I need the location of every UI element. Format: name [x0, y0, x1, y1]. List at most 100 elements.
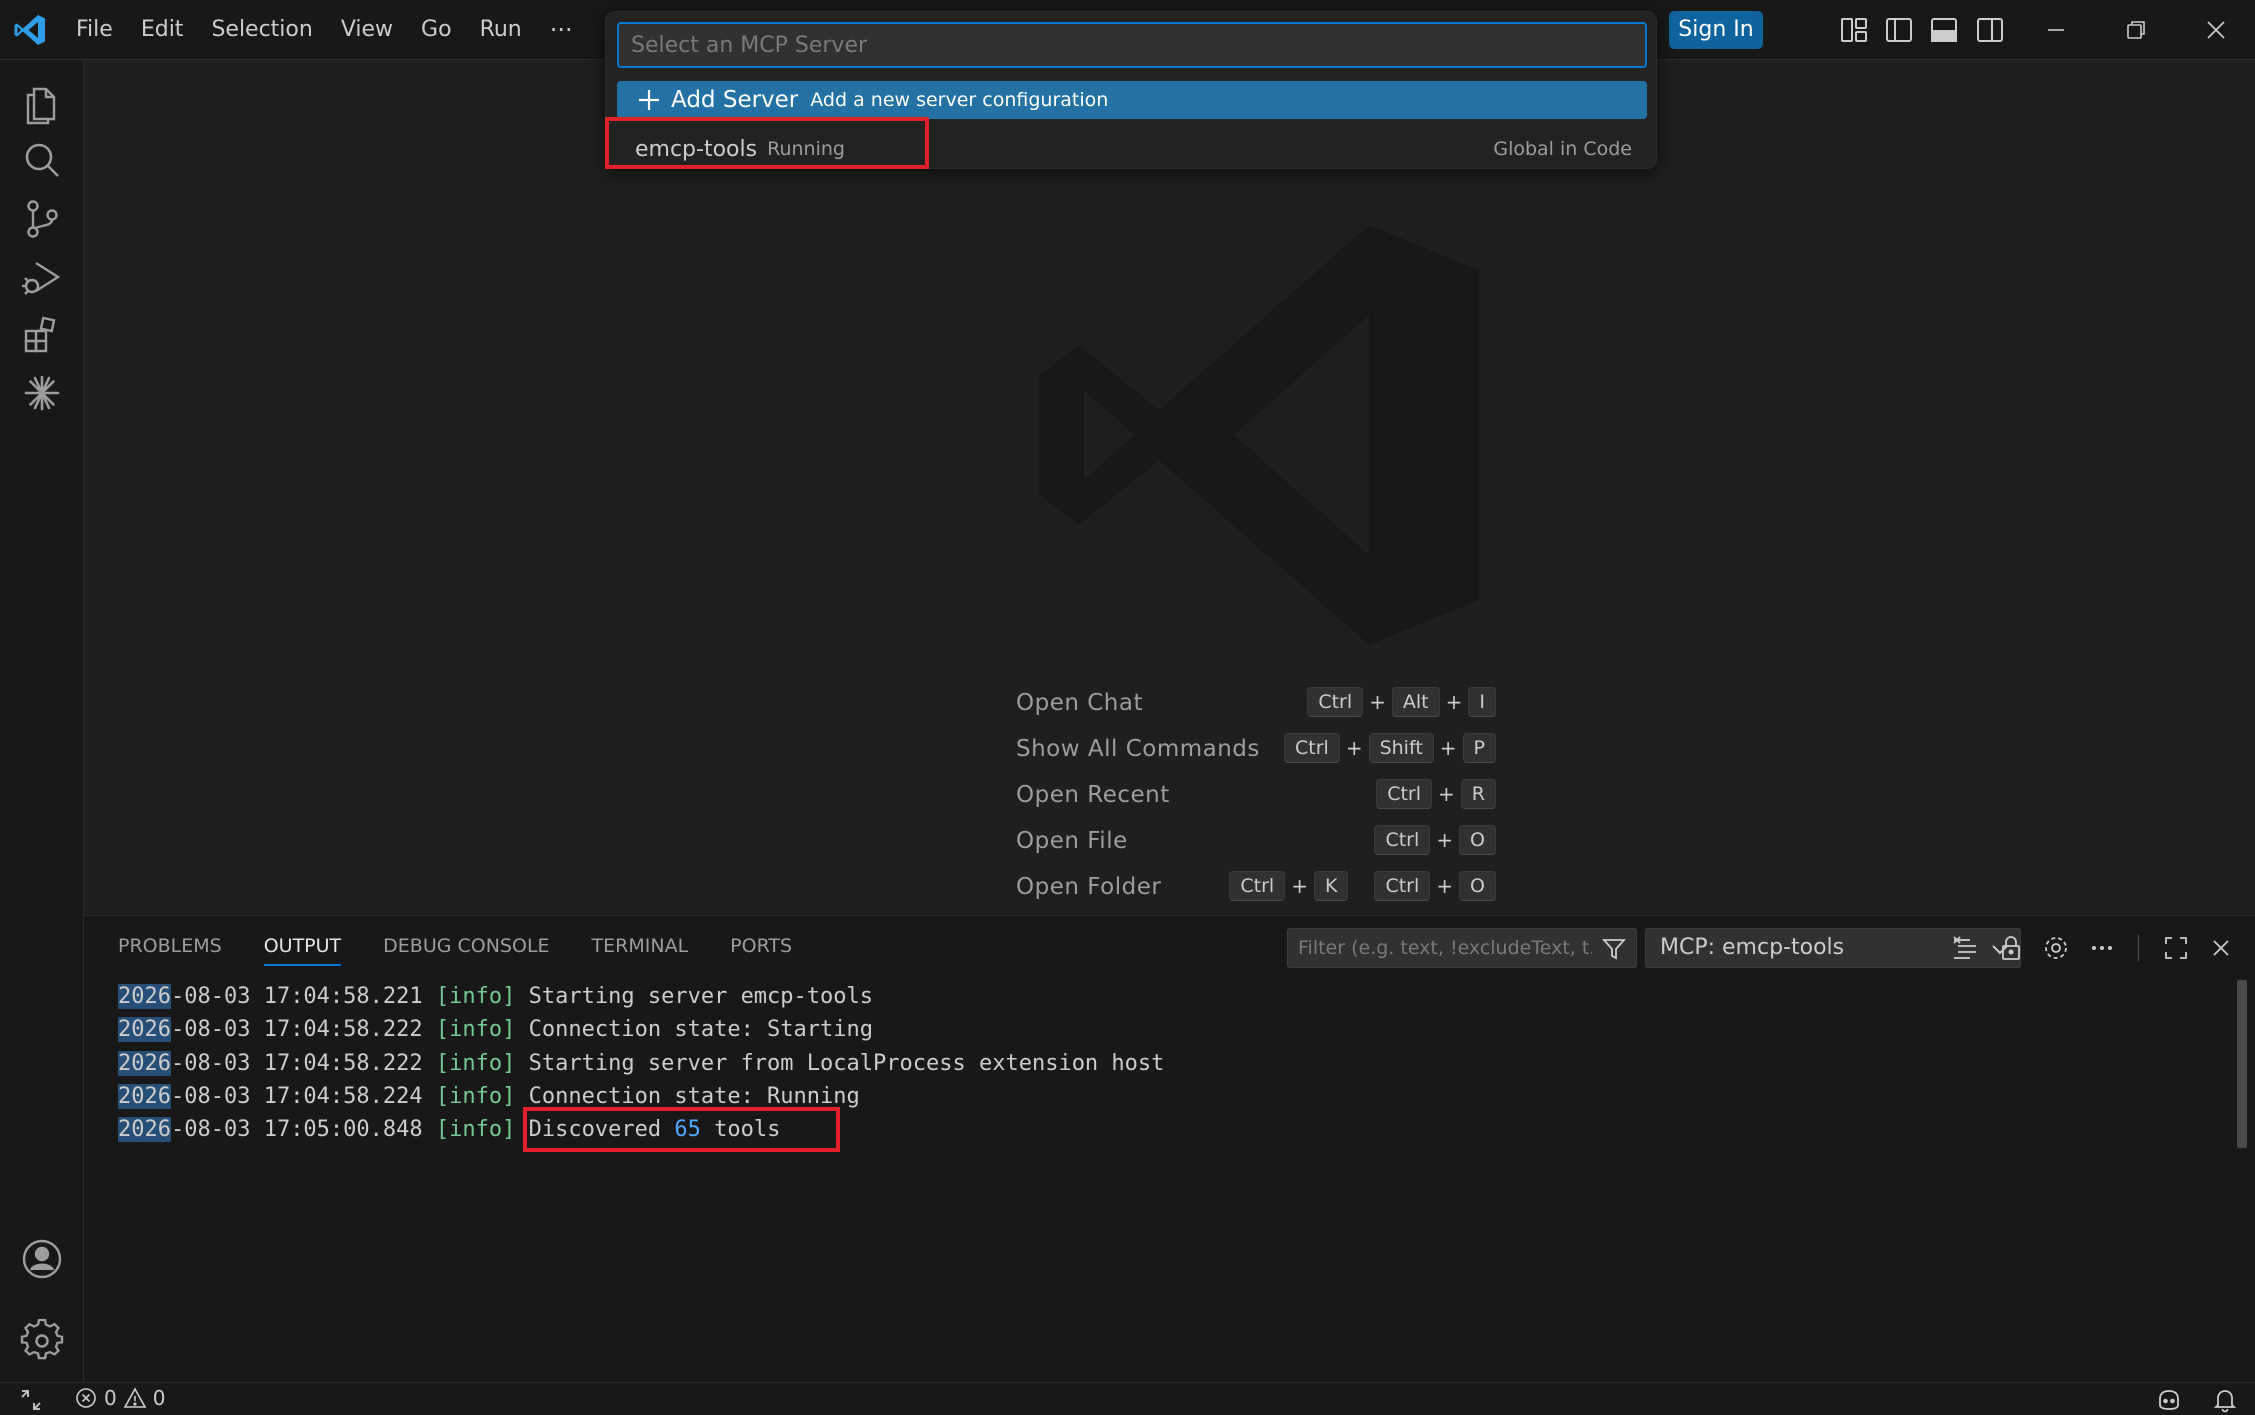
menu-edit[interactable]: Edit	[127, 0, 198, 60]
shortcut-show-all-commands[interactable]: Show All Commands Ctrl + Shift + P	[1016, 728, 1496, 774]
filter-icon[interactable]	[1601, 936, 1627, 962]
vscode-logo-icon	[14, 15, 45, 45]
more-actions-icon[interactable]	[2087, 933, 2117, 963]
highlight-box-discovered	[523, 1107, 840, 1152]
log-date: -08-03 17:04:58.224	[170, 1083, 423, 1109]
log-level: [info]	[435, 1117, 516, 1143]
shortcut-open-chat[interactable]: Open Chat Ctrl + Alt + I	[1016, 682, 1496, 728]
log-date: -08-03 17:04:58.222	[170, 1050, 423, 1076]
search-icon[interactable]	[18, 137, 66, 185]
source-control-icon[interactable]	[18, 195, 66, 243]
tab-terminal[interactable]: TERMINAL	[592, 916, 689, 976]
copilot-icon[interactable]	[2156, 1387, 2182, 1413]
menu-go[interactable]: Go	[407, 0, 466, 60]
key-plus: +	[1291, 874, 1308, 898]
key-cap: Alt	[1391, 687, 1440, 717]
key-cap: Ctrl	[1307, 687, 1364, 717]
remote-indicator-icon[interactable]	[18, 1387, 44, 1413]
settings-gear-icon[interactable]	[18, 1317, 66, 1365]
log-message: Starting server from LocalProcess extens…	[528, 1050, 1165, 1076]
lock-scroll-icon[interactable]	[1996, 933, 2026, 963]
explorer-icon[interactable]	[18, 79, 66, 127]
problems-indicator[interactable]: 0 0	[74, 1386, 165, 1410]
close-panel-icon[interactable]	[2206, 933, 2236, 963]
warning-icon	[123, 1387, 147, 1408]
shortcut-open-recent[interactable]: Open Recent Ctrl + R	[1016, 774, 1496, 820]
menu-selection[interactable]: Selection	[197, 0, 326, 60]
tab-output[interactable]: OUTPUT	[263, 916, 342, 976]
log-line: 2026-08-03 17:04:58.221 [info] Starting …	[118, 980, 1164, 1013]
log-date: -08-03 17:04:58.221	[170, 984, 423, 1009]
customize-layout-icon[interactable]	[1838, 14, 1870, 46]
keybinding: Ctrl + K Ctrl + O	[1229, 871, 1496, 901]
quick-pick-item-add-server[interactable]: Add Server Add a new server configuratio…	[617, 81, 1647, 119]
mcp-asterisk-icon[interactable]	[18, 369, 66, 417]
log-message: Starting server emcp-tools	[528, 984, 874, 1009]
toolbar-separator	[2138, 935, 2139, 961]
output-scrollbar[interactable]	[2237, 980, 2247, 1148]
log-date: -08-03 17:04:58.222	[170, 1017, 423, 1043]
close-window-icon[interactable]	[2200, 14, 2232, 46]
log-level: [info]	[435, 1050, 516, 1076]
key-plus: +	[1345, 736, 1363, 760]
accounts-icon[interactable]	[18, 1235, 66, 1283]
minimize-icon[interactable]	[2040, 14, 2072, 46]
key-cap: Ctrl	[1374, 825, 1431, 855]
keybinding: Ctrl + O	[1374, 825, 1496, 855]
output-filter-input[interactable]	[1287, 928, 1637, 968]
toggle-panel-icon[interactable]	[1928, 14, 1960, 46]
status-bar: 0 0	[0, 1382, 2255, 1415]
key-cap: R	[1460, 779, 1496, 809]
key-cap: P	[1462, 733, 1496, 763]
warning-count: 0	[152, 1386, 166, 1410]
editor-area: Open Chat Ctrl + Alt + I Show All Comman…	[84, 60, 2255, 915]
key-plus: +	[1438, 782, 1455, 806]
shortcut-label: Open Recent	[1016, 782, 1170, 808]
activity-bar	[0, 60, 84, 1382]
output-settings-gear-icon[interactable]	[2041, 933, 2071, 963]
tab-ports[interactable]: PORTS	[730, 916, 792, 976]
sign-in-button[interactable]: Sign In	[1669, 11, 1763, 49]
key-cap: Shift	[1368, 733, 1434, 763]
shortcut-label: Open Folder	[1016, 874, 1162, 900]
menu-view[interactable]: View	[327, 0, 407, 60]
shortcut-label: Open File	[1016, 828, 1128, 854]
shortcut-open-folder[interactable]: Open Folder Ctrl + K Ctrl + O	[1016, 866, 1496, 912]
tab-problems[interactable]: PROBLEMS	[118, 916, 222, 976]
keybinding: Ctrl + Shift + P	[1284, 733, 1496, 763]
key-cap: Ctrl	[1284, 733, 1340, 763]
toggle-secondary-sidebar-icon[interactable]	[1974, 14, 2006, 46]
log-line: 2026-08-03 17:04:58.222 [info] Connectio…	[118, 1013, 1164, 1046]
tab-debug-console[interactable]: DEBUG CONSOLE	[383, 916, 549, 976]
restore-icon[interactable]	[2120, 14, 2152, 46]
maximize-panel-icon[interactable]	[2161, 933, 2191, 963]
bottom-panel: PROBLEMS OUTPUT DEBUG CONSOLE TERMINAL P…	[84, 915, 2255, 1382]
server-scope: Global in Code	[1493, 138, 1632, 160]
key-cap: I	[1468, 687, 1496, 717]
menu-run[interactable]: Run	[466, 0, 536, 60]
log-date-year: 2026	[118, 984, 171, 1009]
log-level: [info]	[435, 1017, 516, 1043]
key-plus: +	[1445, 690, 1463, 714]
quick-pick-input[interactable]	[617, 22, 1647, 68]
key-cap: Ctrl	[1229, 871, 1286, 901]
run-and-debug-icon[interactable]	[18, 253, 66, 301]
menu-more-icon[interactable]: ···	[536, 16, 587, 44]
key-cap: Ctrl	[1376, 779, 1433, 809]
quick-pick-item-description: Add a new server configuration	[810, 89, 1109, 111]
shortcut-open-file[interactable]: Open File Ctrl + O	[1016, 820, 1496, 866]
log-date-year: 2026	[118, 1017, 171, 1043]
key-cap: O	[1459, 871, 1496, 901]
extensions-icon[interactable]	[18, 311, 66, 359]
notifications-bell-icon[interactable]	[2212, 1387, 2238, 1413]
key-plus: +	[1436, 874, 1454, 898]
panel-tabs: PROBLEMS OUTPUT DEBUG CONSOLE TERMINAL P…	[118, 916, 834, 976]
toggle-primary-sidebar-icon[interactable]	[1883, 14, 1915, 46]
clear-output-icon[interactable]	[1950, 933, 1980, 963]
plus-icon	[639, 90, 659, 110]
log-date: -08-03 17:05:00.848	[170, 1117, 423, 1143]
menu-file[interactable]: File	[62, 0, 127, 60]
log-line: 2026-08-03 17:04:58.222 [info] Starting …	[118, 1047, 1164, 1080]
log-date-year: 2026	[118, 1117, 171, 1143]
output-channel-value: MCP: emcp-tools	[1660, 935, 1845, 960]
